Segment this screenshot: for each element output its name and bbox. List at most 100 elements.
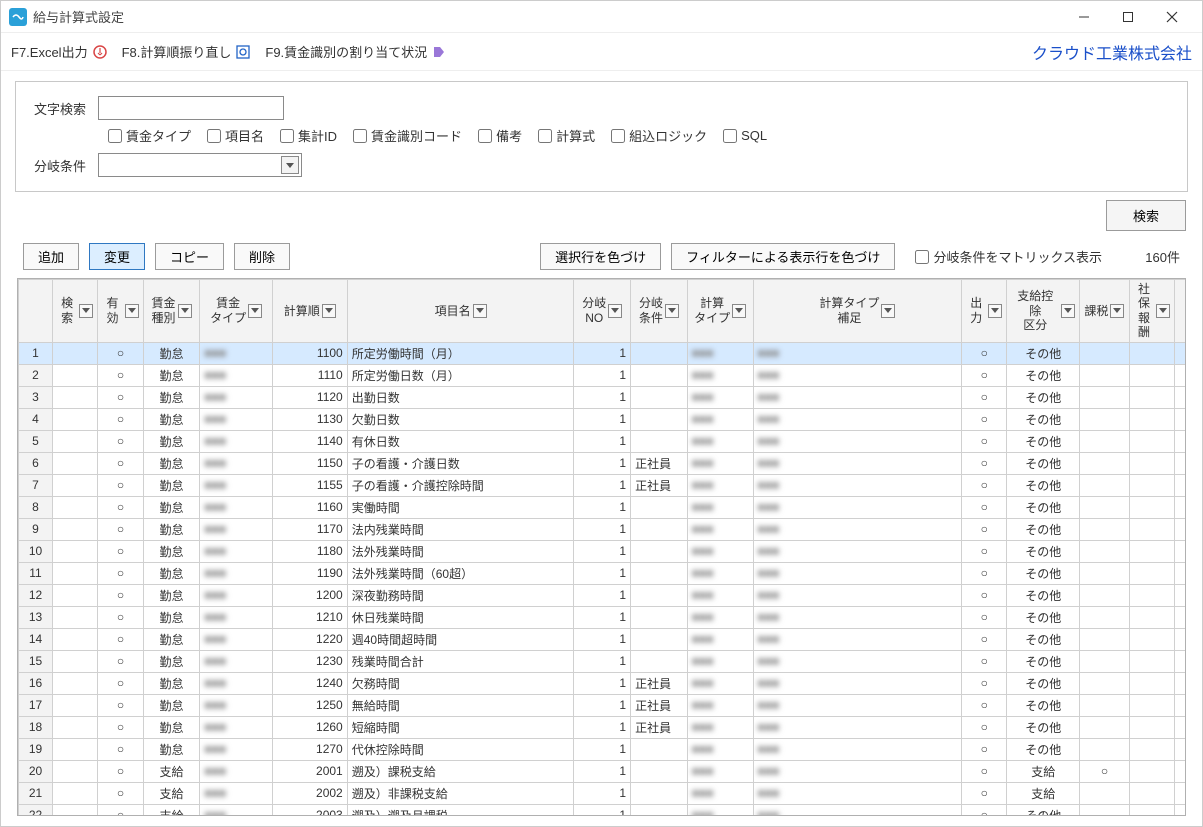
table-row[interactable]: 18○勤怠■■■1260短縮時間1正社員■■■■■■○その他 <box>19 716 1186 738</box>
toolbar-f8-reorder[interactable]: F8.計算順振り直し <box>122 42 252 61</box>
table-row[interactable]: 12○勤怠■■■1200深夜勤務時間1■■■■■■○その他 <box>19 584 1186 606</box>
matrix-checkbox[interactable]: 分岐条件をマトリックス表示 <box>915 247 1102 266</box>
color-filtered-button[interactable]: フィルターによる表示行を色づけ <box>671 243 895 270</box>
filter-check-6[interactable]: 組込ロジック <box>611 126 707 145</box>
col-header-2[interactable]: 有効 <box>98 280 143 343</box>
toolbar-f7-excel[interactable]: F7.Excel出力 <box>11 42 108 61</box>
filter-check-input-2[interactable] <box>280 129 294 143</box>
col-header-14[interactable]: 社保 報酬 <box>1129 280 1174 343</box>
table-row[interactable]: 3○勤怠■■■1120出勤日数1■■■■■■○その他 <box>19 386 1186 408</box>
branch-cond-combo[interactable] <box>98 153 302 177</box>
table-row[interactable]: 13○勤怠■■■1210休日残業時間1■■■■■■○その他 <box>19 606 1186 628</box>
filter-icon[interactable] <box>1061 304 1075 318</box>
col-header-3[interactable]: 賃金 種別 <box>143 280 200 343</box>
filter-check-5[interactable]: 計算式 <box>538 126 595 145</box>
filter-icon[interactable] <box>665 304 679 318</box>
table-row[interactable]: 2○勤怠■■■1110所定労働日数（月）1■■■■■■○その他 <box>19 364 1186 386</box>
filter-check-input-1[interactable] <box>207 129 221 143</box>
col-header-11[interactable]: 出力 <box>962 280 1007 343</box>
filter-check-input-4[interactable] <box>478 129 492 143</box>
filter-icon[interactable] <box>608 304 622 318</box>
table-row[interactable]: 6○勤怠■■■1150子の看護・介護日数1正社員■■■■■■○その他 <box>19 452 1186 474</box>
filter-icon[interactable] <box>732 304 746 318</box>
add-button[interactable]: 追加 <box>23 243 79 270</box>
table-row[interactable]: 20○支給■■■2001遡及）課税支給1■■■■■■○支給○ <box>19 760 1186 782</box>
grid-scroll[interactable]: 検索有効賃金 種別賃金 タイプ計算順項目名分岐 NO分岐 条件計算 タイプ計算タ… <box>18 279 1185 815</box>
filter-check-0[interactable]: 賃金タイプ <box>108 126 191 145</box>
cell: その他 <box>1007 562 1080 584</box>
col-header-13[interactable]: 課税 <box>1080 280 1130 343</box>
table-row[interactable]: 7○勤怠■■■1155子の看護・介護控除時間1正社員■■■■■■○その他 <box>19 474 1186 496</box>
filter-icon[interactable] <box>1156 304 1170 318</box>
table-row[interactable]: 16○勤怠■■■1240欠務時間1正社員■■■■■■○その他 <box>19 672 1186 694</box>
table-row[interactable]: 19○勤怠■■■1270代休控除時間1■■■■■■○その他 <box>19 738 1186 760</box>
col-header-15[interactable] <box>1175 280 1185 343</box>
filter-check-1[interactable]: 項目名 <box>207 126 264 145</box>
cell: ○ <box>1080 760 1130 782</box>
delete-button[interactable]: 削除 <box>234 243 290 270</box>
filter-check-input-0[interactable] <box>108 129 122 143</box>
copy-button[interactable]: コピー <box>155 243 224 270</box>
cell <box>1080 562 1130 584</box>
filter-check-input-6[interactable] <box>611 129 625 143</box>
col-header-10[interactable]: 計算タイプ 補足 <box>753 280 962 343</box>
col-header-8[interactable]: 分岐 条件 <box>631 280 688 343</box>
table-row[interactable]: 17○勤怠■■■1250無給時間1正社員■■■■■■○その他 <box>19 694 1186 716</box>
color-selected-button[interactable]: 選択行を色づけ <box>540 243 661 270</box>
table-row[interactable]: 14○勤怠■■■1220週40時間超時間1■■■■■■○その他 <box>19 628 1186 650</box>
table-row[interactable]: 5○勤怠■■■1140有休日数1■■■■■■○その他 <box>19 430 1186 452</box>
filter-icon[interactable] <box>988 304 1002 318</box>
edit-button[interactable]: 変更 <box>89 243 145 270</box>
filter-icon[interactable] <box>178 304 192 318</box>
filter-check-2[interactable]: 集計ID <box>280 126 337 145</box>
table-row[interactable]: 9○勤怠■■■1170法内残業時間1■■■■■■○その他 <box>19 518 1186 540</box>
cell: その他 <box>1007 650 1080 672</box>
cell: 1 <box>574 452 631 474</box>
col-header-9[interactable]: 計算 タイプ <box>687 280 753 343</box>
cell: 1 <box>574 430 631 452</box>
col-header-4[interactable]: 賃金 タイプ <box>200 280 273 343</box>
cell: ■■■ <box>687 650 753 672</box>
filter-icon[interactable] <box>322 304 336 318</box>
cell: 勤怠 <box>143 364 200 386</box>
close-button[interactable] <box>1150 2 1194 32</box>
table-row[interactable]: 8○勤怠■■■1160実働時間1■■■■■■○その他 <box>19 496 1186 518</box>
table-row[interactable]: 4○勤怠■■■1130欠勤日数1■■■■■■○その他 <box>19 408 1186 430</box>
table-row[interactable]: 11○勤怠■■■1190法外残業時間（60超）1■■■■■■○その他 <box>19 562 1186 584</box>
filter-check-7[interactable]: SQL <box>723 128 767 143</box>
table-row[interactable]: 1○勤怠■■■1100所定労働時間（月）1■■■■■■○その他 <box>19 342 1186 364</box>
col-header-0[interactable] <box>19 280 53 343</box>
cell: その他 <box>1007 408 1080 430</box>
cell: 9 <box>19 518 53 540</box>
filter-check-3[interactable]: 賃金識別コード <box>353 126 462 145</box>
search-button[interactable]: 検索 <box>1106 200 1186 231</box>
table-row[interactable]: 15○勤怠■■■1230残業時間合計1■■■■■■○その他 <box>19 650 1186 672</box>
table-row[interactable]: 22○支給■■■2003遡及）遡及月課税1■■■■■■○その他 <box>19 804 1186 815</box>
filter-icon[interactable] <box>125 304 139 318</box>
cell <box>1080 430 1130 452</box>
filter-icon[interactable] <box>248 304 262 318</box>
maximize-button[interactable] <box>1106 2 1150 32</box>
cell: 18 <box>19 716 53 738</box>
filter-check-input-7[interactable] <box>723 129 737 143</box>
matrix-checkbox-input[interactable] <box>915 250 929 264</box>
col-header-7[interactable]: 分岐 NO <box>574 280 631 343</box>
filter-icon[interactable] <box>1110 304 1124 318</box>
filter-check-input-3[interactable] <box>353 129 367 143</box>
text-search-input[interactable] <box>98 96 284 120</box>
table-row[interactable]: 21○支給■■■2002遡及）非課税支給1■■■■■■○支給 <box>19 782 1186 804</box>
filter-icon[interactable] <box>473 304 487 318</box>
filter-check-4[interactable]: 備考 <box>478 126 522 145</box>
minimize-button[interactable] <box>1062 2 1106 32</box>
col-header-6[interactable]: 項目名 <box>347 280 574 343</box>
filter-icon[interactable] <box>79 304 93 318</box>
table-row[interactable]: 10○勤怠■■■1180法外残業時間1■■■■■■○その他 <box>19 540 1186 562</box>
col-header-5[interactable]: 計算順 <box>272 280 347 343</box>
col-header-12[interactable]: 支給控除 区分 <box>1007 280 1080 343</box>
cell <box>1080 540 1130 562</box>
filter-icon[interactable] <box>881 304 895 318</box>
filter-check-label: SQL <box>741 128 767 143</box>
filter-check-input-5[interactable] <box>538 129 552 143</box>
col-header-1[interactable]: 検索 <box>53 280 98 343</box>
toolbar-f9-assignment[interactable]: F9.賃金識別の割り当て状況 <box>265 42 447 61</box>
